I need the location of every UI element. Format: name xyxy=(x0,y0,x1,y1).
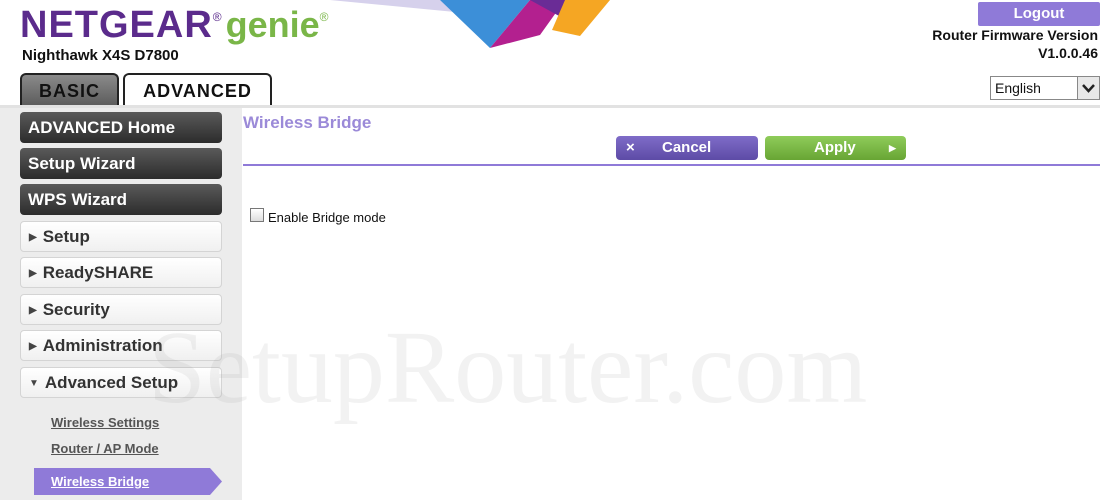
product-registered-mark: ® xyxy=(319,10,329,24)
play-arrow-icon: ▶ xyxy=(889,143,896,153)
netgear-genie-logo: NETGEAR® genie® xyxy=(20,4,329,47)
caret-right-icon: ▶ xyxy=(29,341,37,352)
sidebar-subitem-router-ap-mode[interactable]: Router / AP Mode xyxy=(51,441,159,456)
sidebar-item-advanced-home[interactable]: ADVANCED Home xyxy=(20,112,222,143)
logout-button[interactable]: Logout xyxy=(978,2,1100,26)
sidebar-item-readyshare[interactable]: ▶ ReadySHARE xyxy=(20,257,222,288)
enable-bridge-mode-checkbox[interactable] xyxy=(250,208,264,222)
content-divider xyxy=(243,164,1100,166)
sidebar-item-setup[interactable]: ▶ Setup xyxy=(20,221,222,252)
header-decoration-graphic xyxy=(330,0,610,48)
sidebar-subitem-wireless-settings[interactable]: Wireless Settings xyxy=(51,415,159,430)
brand-registered-mark: ® xyxy=(212,10,222,24)
caret-right-icon: ▶ xyxy=(29,232,37,243)
sidebar-item-label: Setup xyxy=(42,227,90,246)
sidebar-item-advanced-setup[interactable]: ▼ Advanced Setup xyxy=(20,367,222,398)
apply-button[interactable]: Apply ▶ xyxy=(765,136,906,160)
enable-bridge-mode-label[interactable]: Enable Bridge mode xyxy=(268,210,386,225)
sidebar-item-wps-wizard[interactable]: WPS Wizard xyxy=(20,184,222,215)
caret-down-icon: ▼ xyxy=(29,378,39,389)
sidebar-item-setup-wizard[interactable]: Setup Wizard xyxy=(20,148,222,179)
product-name: genie xyxy=(225,4,320,45)
sidebar-item-label: Advanced Setup xyxy=(44,373,179,392)
sidebar-item-label: Security xyxy=(42,300,110,319)
sidebar-item-security[interactable]: ▶ Security xyxy=(20,294,222,325)
language-selected-value: English xyxy=(995,80,1041,96)
sidebar-item-administration[interactable]: ▶ Administration xyxy=(20,330,222,361)
cancel-button[interactable]: × Cancel xyxy=(616,136,758,160)
tab-advanced[interactable]: ADVANCED xyxy=(123,73,272,107)
sidebar-subitem-wireless-bridge[interactable]: Wireless Bridge xyxy=(34,468,222,495)
watermark: SetupRouter.com xyxy=(148,310,868,425)
language-select[interactable]: English xyxy=(990,76,1100,100)
page-title: Wireless Bridge xyxy=(243,113,372,132)
router-model: Nighthawk X4S D7800 xyxy=(22,47,179,64)
apply-button-label: Apply xyxy=(814,139,856,156)
cancel-button-label: Cancel xyxy=(662,139,712,156)
caret-right-icon: ▶ xyxy=(29,305,37,316)
close-icon: × xyxy=(626,139,635,156)
caret-right-icon: ▶ xyxy=(29,268,37,279)
sidebar-item-label: ReadySHARE xyxy=(42,263,154,282)
brand-name: NETGEAR xyxy=(20,4,213,46)
tab-basic[interactable]: BASIC xyxy=(20,73,119,107)
sidebar-subitem-label: Wireless Bridge xyxy=(51,474,150,489)
firmware-version-label: Router Firmware Version xyxy=(932,27,1098,43)
chevron-down-icon[interactable] xyxy=(1077,77,1099,99)
firmware-version-value: V1.0.0.46 xyxy=(1038,45,1098,61)
sidebar-item-label: Administration xyxy=(42,336,163,355)
